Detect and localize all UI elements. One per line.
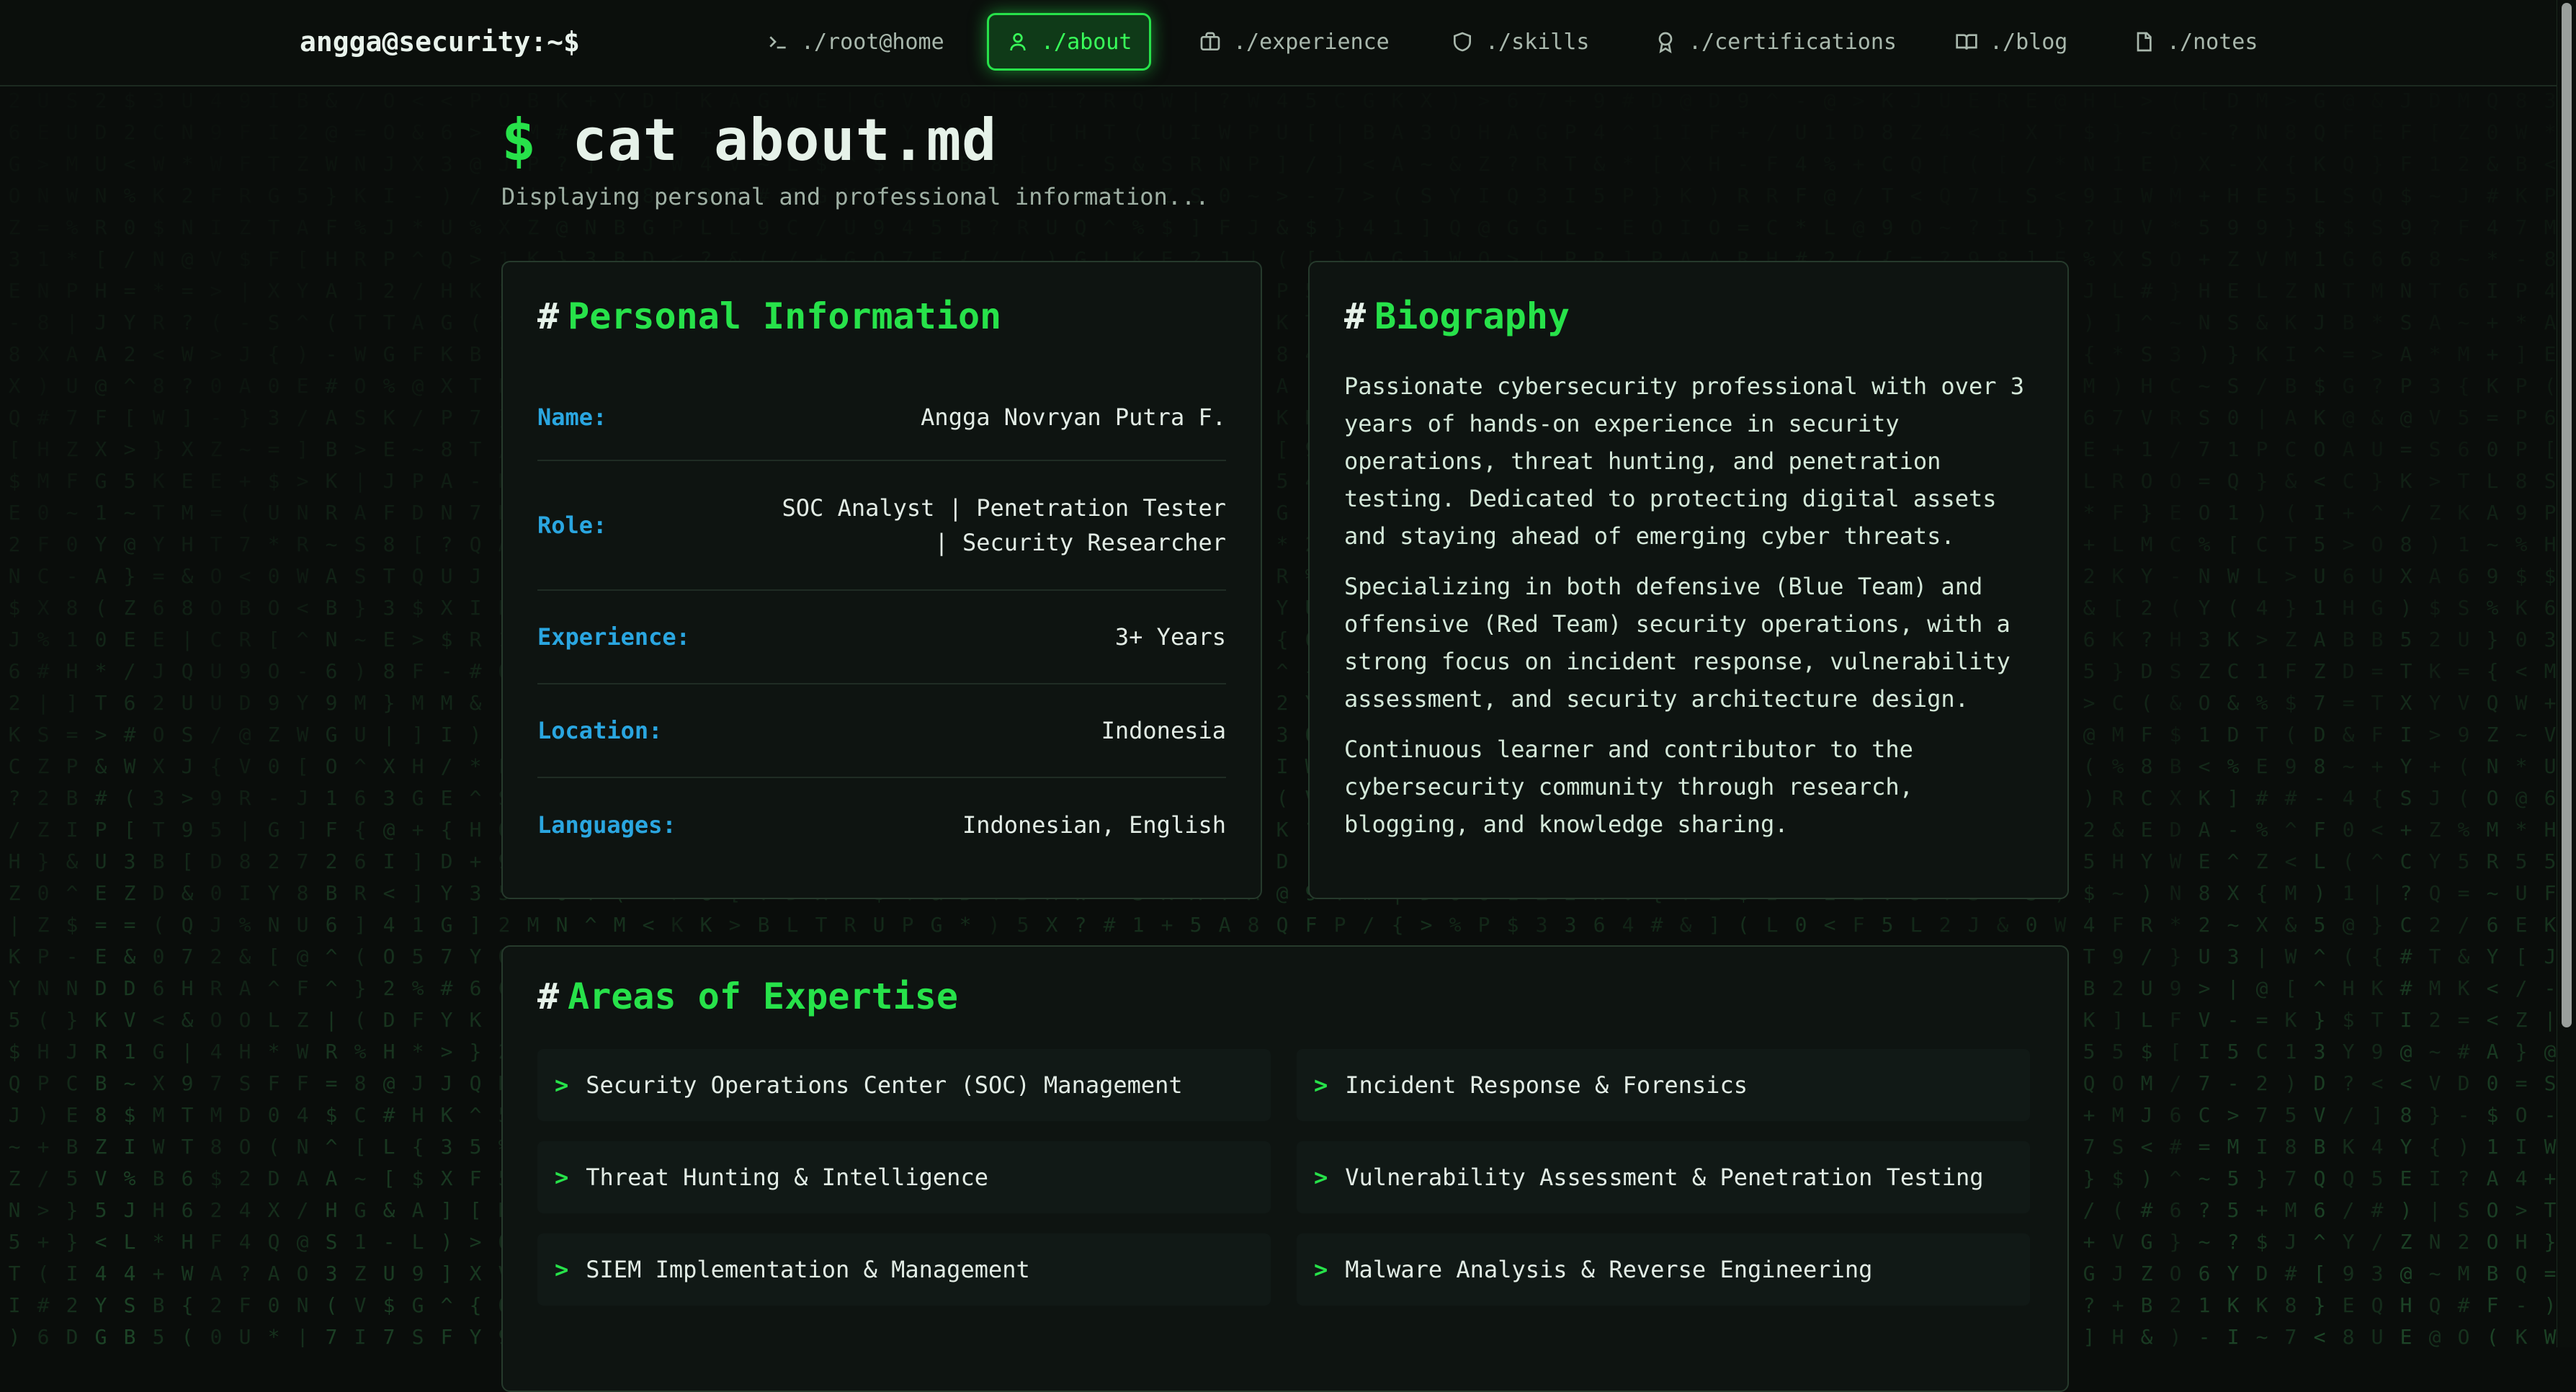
nav-item-label: ./certifications [1689,29,1897,55]
info-value-line: SOC Analyst | Penetration Tester [782,494,1227,522]
bio-line: testing. Dedicated to protecting digital… [1344,485,1997,512]
info-label: Location: [537,717,663,744]
bio-paragraph-3: Continuous learner and contributor to th… [1344,731,2036,843]
expertise-item: > Malware Analysis & Reverse Engineering [1297,1233,2030,1306]
nav-item-label: ./experience [1233,29,1390,55]
page-subtitle: Displaying personal and professional inf… [501,183,1209,210]
user-icon [1010,33,1026,51]
bio-line: and staying ahead of emerging cyber thre… [1344,522,1955,550]
bio-line: offensive (Red Team) security operations… [1344,610,2011,638]
shield-icon [1454,32,1471,52]
chevron-right-icon: > [1314,1164,1328,1191]
info-row-name: Name: Angga Novryan Putra F. [537,375,1226,461]
expertise-label: Incident Response & Forensics [1345,1071,1748,1099]
briefcase-icon [1200,32,1220,50]
heading-hash: # [537,976,560,1017]
bio-paragraph-1: Passionate cybersecurity professional wi… [1344,367,2036,555]
nav-item-label: ./blog [1990,29,2068,55]
expertise-label: Threat Hunting & Intelligence [586,1164,988,1191]
biography-card: # Biography Passionate cybersecurity prof… [1308,261,2069,899]
nav-item-label: ./about [1041,29,1132,55]
heading-text: Biography [1374,295,1570,337]
chevron-right-icon: > [555,1256,569,1283]
info-value-line: | Security Researcher [934,529,1226,556]
expertise-item: > SIEM Implementation & Management [537,1233,1271,1306]
nav-item-notes[interactable]: ./notes [2115,13,2275,71]
info-row-experience: Experience: 3+ Years [537,591,1226,684]
card-heading: # Areas of Expertise [537,976,958,1017]
bio-line: years of hands-on experience in security [1344,410,1900,437]
expertise-label: Vulnerability Assessment & Penetration T… [1345,1164,1984,1191]
page-scrollbar[interactable] [2557,0,2576,1347]
info-row-location: Location: Indonesia [537,684,1226,778]
card-heading: # Personal Information [537,295,1001,337]
nav-item-blog[interactable]: ./blog [1938,13,2085,71]
top-navbar: angga@security:~$ ./root@home ./about ./… [0,0,2557,86]
nav-item-experience[interactable]: ./experience [1181,13,1407,71]
page-title: $ cat about.md [501,107,997,174]
heading-hash: # [1344,295,1367,337]
bio-line: assessment, and security architecture de… [1344,685,1969,713]
nav-item-about[interactable]: ./about [987,13,1152,71]
chevron-right-icon: > [1314,1071,1328,1099]
nav-item-label: ./notes [2167,29,2258,55]
info-value: Indonesian, English [962,811,1226,839]
expertise-item: > Threat Hunting & Intelligence [537,1141,1271,1213]
scrollbar-thumb[interactable] [2562,3,2572,1027]
heading-text: Personal Information [568,295,1002,337]
book-icon [1956,34,1977,50]
expertise-item: > Vulnerability Assessment & Penetration … [1297,1141,2030,1213]
expertise-item: > Incident Response & Forensics [1297,1049,2030,1121]
expertise-item: > Security Operations Center (SOC) Manage… [537,1049,1271,1121]
bio-line: Continuous learner and contributor to th… [1344,736,1913,763]
prompt-symbol: $ [501,107,537,174]
info-row-languages: Languages: Indonesian, English [537,778,1226,872]
bio-paragraph-2: Specializing in both defensive (Blue Tea… [1344,568,2036,718]
brand-prompt[interactable]: angga@security:~$ [300,22,580,62]
heading-hash: # [537,295,560,337]
expertise-label: Malware Analysis & Reverse Engineering [1345,1256,1873,1283]
card-heading: # Biography [1344,295,1570,337]
bio-line: Specializing in both defensive (Blue Tea… [1344,573,1983,600]
nav-item-certifications[interactable]: ./certifications [1637,13,1914,71]
file-icon [2137,32,2152,52]
award-icon [1658,32,1673,53]
nav-item-skills[interactable]: ./skills [1434,13,1607,71]
info-label: Role: [537,512,607,539]
expertise-card: # Areas of Expertise > Security Operations… [501,945,2069,1392]
expertise-label: SIEM Implementation & Management [586,1256,1030,1283]
info-value: 3+ Years [1114,623,1226,651]
nav-item-label: ./skills [1485,29,1590,55]
heading-text: Areas of Expertise [568,976,958,1017]
bio-line: blogging, and knowledge sharing. [1344,811,1789,838]
info-label: Experience: [537,623,690,651]
bio-line: Passionate cybersecurity professional wi… [1344,372,2025,400]
info-value: Angga Novryan Putra F. [921,403,1226,431]
chevron-right-icon: > [555,1071,569,1099]
personal-info-card: # Personal Information Name: Angga Novrya… [501,261,1262,899]
nav-item-label: ./root@home [801,29,944,55]
info-label: Name: [537,403,607,431]
chevron-right-icon: > [555,1164,569,1191]
info-value: Indonesia [1101,717,1226,744]
expertise-label: Security Operations Center (SOC) Managem… [586,1071,1183,1099]
terminal-icon [769,36,786,49]
page-title-text: cat about.md [572,107,998,174]
bio-line: operations, threat hunting, and penetrat… [1344,447,1941,475]
info-value: SOC Analyst | Penetration Tester | Secur… [782,491,1227,560]
bio-line: strong focus on incident response, vulne… [1344,648,2011,675]
info-row-role: Role: SOC Analyst | Penetration Tester |… [537,461,1226,591]
nav-item-home[interactable]: ./root@home [749,13,962,71]
bio-line: cybersecurity community through research… [1344,773,1913,800]
chevron-right-icon: > [1314,1256,1328,1283]
info-label: Languages: [537,811,676,839]
